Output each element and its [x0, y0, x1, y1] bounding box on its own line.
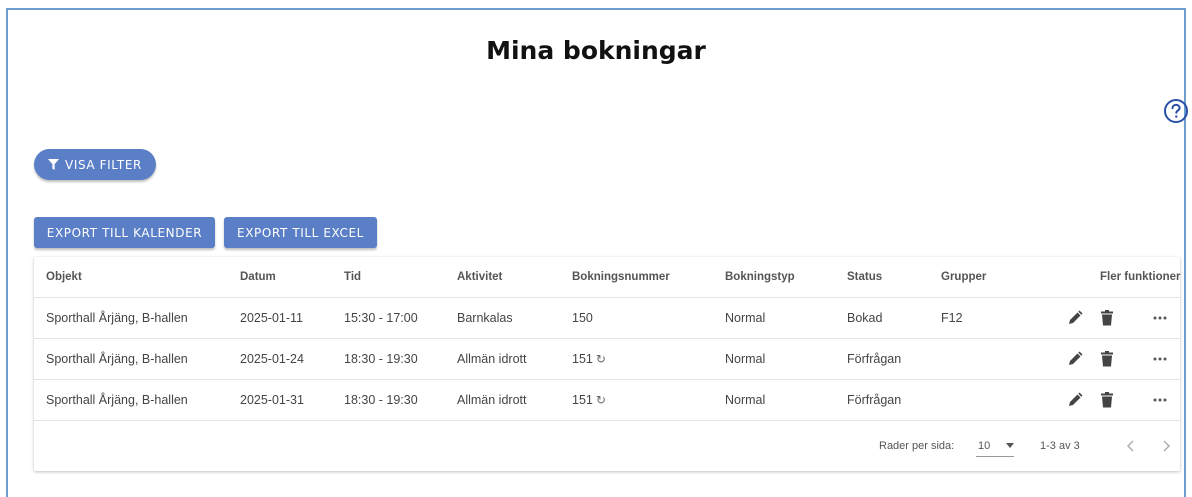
cell-status: Bokad — [847, 311, 883, 325]
trash-icon[interactable] — [1100, 298, 1114, 338]
cell-aktivitet: Allmän idrott — [457, 352, 527, 366]
header-aktivitet[interactable]: Aktivitet — [457, 257, 502, 297]
cell-bokningsnummer: 150 — [572, 298, 593, 338]
page-title: Mina bokningar — [486, 36, 706, 65]
header-fler-funktioner: Fler funktioner — [1100, 271, 1181, 283]
booking-number: 150 — [572, 311, 593, 325]
header-objekt[interactable]: Objekt — [46, 257, 82, 297]
refresh-icon: ↻ — [595, 393, 606, 407]
header-datum[interactable]: Datum — [240, 257, 276, 297]
cell-datum: 2025-01-31 — [240, 393, 304, 407]
help-icon[interactable] — [1162, 97, 1190, 125]
export-excel-button[interactable]: EXPORT TILL EXCEL — [224, 217, 377, 248]
header-bokningstyp[interactable]: Bokningstyp — [725, 257, 795, 297]
cell-grupper: F12 — [941, 311, 963, 325]
pencil-icon[interactable] — [1067, 298, 1083, 338]
table-row[interactable]: Sporthall Årjäng, B-hallen 2025-01-31 18… — [34, 380, 1180, 421]
cell-bokningsnummer: 151 ↻ — [572, 380, 606, 420]
table-header-row: Objekt Datum Tid Aktivitet Bokningsnumme… — [34, 257, 1181, 298]
table-row[interactable]: Sporthall Årjäng, B-hallen 2025-01-24 18… — [34, 339, 1180, 380]
cell-objekt: Sporthall Årjäng, B-hallen — [46, 393, 188, 407]
cell-bokningsnummer: 151 ↻ — [572, 339, 606, 379]
cell-aktivitet: Allmän idrott — [457, 393, 527, 407]
header-tid[interactable]: Tid — [344, 257, 361, 297]
more-horizontal-icon[interactable] — [1153, 339, 1167, 379]
refresh-icon: ↻ — [595, 352, 606, 366]
more-horizontal-icon[interactable] — [1153, 380, 1167, 420]
cell-datum: 2025-01-24 — [240, 352, 304, 366]
header-grupper[interactable]: Grupper — [941, 257, 986, 297]
cell-bokningstyp: Normal — [725, 352, 766, 366]
cell-status: Förfrågan — [847, 393, 902, 407]
header-bokningsnummer[interactable]: Bokningsnummer — [572, 257, 670, 297]
cell-tid: 15:30 - 17:00 — [344, 311, 418, 325]
show-filter-label: VISA FILTER — [65, 157, 142, 172]
header-status[interactable]: Status — [847, 257, 882, 297]
caret-down-icon — [1006, 443, 1014, 448]
cell-bokningstyp: Normal — [725, 393, 766, 407]
pencil-icon[interactable] — [1067, 339, 1083, 379]
show-filter-button[interactable]: VISA FILTER — [34, 149, 156, 180]
booking-number: 151 — [572, 352, 593, 366]
cell-tid: 18:30 - 19:30 — [344, 352, 418, 366]
trash-icon[interactable] — [1100, 380, 1114, 420]
cell-bokningstyp: Normal — [725, 311, 766, 325]
pagination-footer: Rader per sida: 10 1-3 av 3 — [34, 421, 1180, 471]
booking-number: 151 — [572, 393, 593, 407]
cell-objekt: Sporthall Årjäng, B-hallen — [46, 352, 188, 366]
export-excel-label: EXPORT TILL EXCEL — [237, 225, 364, 240]
export-calendar-button[interactable]: EXPORT TILL KALENDER — [34, 217, 215, 248]
pagination-range: 1-3 av 3 — [1040, 440, 1080, 452]
chevron-right-icon[interactable] — [1162, 421, 1170, 471]
pencil-icon[interactable] — [1067, 380, 1083, 420]
cell-tid: 18:30 - 19:30 — [344, 393, 418, 407]
rows-per-page-value: 10 — [978, 439, 991, 452]
filter-icon — [48, 159, 60, 170]
trash-icon[interactable] — [1100, 339, 1114, 379]
cell-objekt: Sporthall Årjäng, B-hallen — [46, 311, 188, 325]
rows-per-page-select[interactable]: 10 — [976, 435, 1014, 457]
rows-per-page-label: Rader per sida: — [879, 440, 955, 452]
export-calendar-label: EXPORT TILL KALENDER — [46, 225, 203, 240]
cell-status: Förfrågan — [847, 352, 902, 366]
app-frame: Mina bokningar VISA FILTER EXPORT TILL K… — [6, 8, 1188, 497]
chevron-left-icon[interactable] — [1127, 421, 1135, 471]
cell-datum: 2025-01-11 — [240, 311, 304, 325]
table-row[interactable]: Sporthall Årjäng, B-hallen 2025-01-11 15… — [34, 298, 1180, 339]
more-horizontal-icon[interactable] — [1153, 298, 1167, 338]
cell-aktivitet: Barnkalas — [457, 311, 513, 325]
bookings-table: Objekt Datum Tid Aktivitet Bokningsnumme… — [34, 257, 1181, 471]
